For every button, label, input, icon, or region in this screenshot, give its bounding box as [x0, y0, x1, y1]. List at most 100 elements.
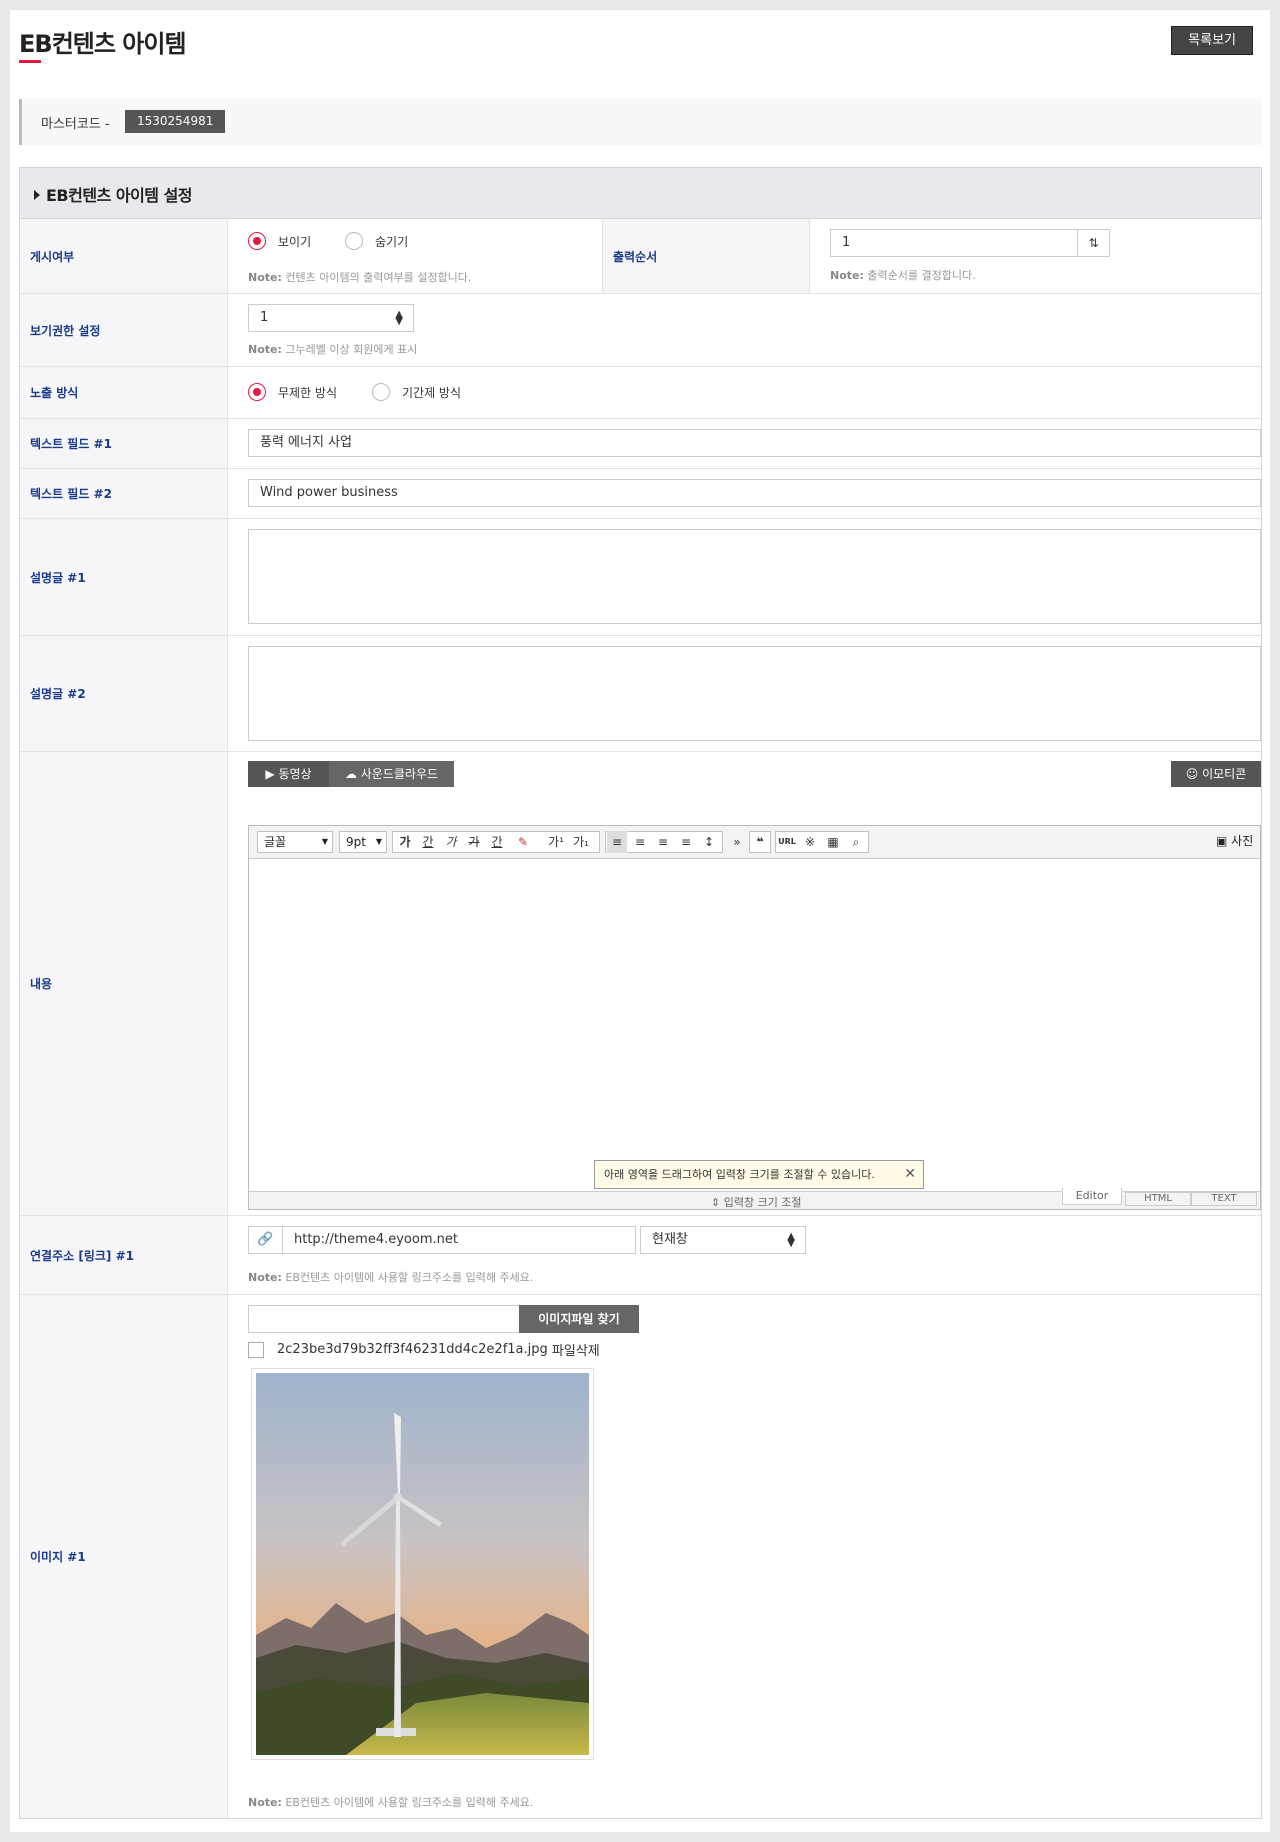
master-code-bar: 마스터코드 - 1530254981	[19, 99, 1262, 145]
exposure-row: 노출 방식 무제한 방식 기간제 방식	[20, 367, 1261, 419]
resize-label[interactable]: ⇕ 입력창 크기 조절	[711, 1194, 802, 1210]
wind-turbine-photo	[256, 1373, 589, 1755]
updown-icon: ▲ ▼	[395, 309, 403, 327]
text-field-1-label: 텍스트 필드 #1	[20, 419, 228, 468]
mode-editor-tab[interactable]: Editor	[1062, 1188, 1122, 1205]
mode-html-tab[interactable]: HTML	[1125, 1192, 1191, 1206]
display-row: 게시여부 보이기 숨기기 Note: 컨텐츠 아이템의 출력여부를 설정합니다.…	[20, 219, 1261, 294]
quote-icon[interactable]: ❝	[750, 831, 770, 853]
image-note: Note: EB컨텐츠 아이템에 사용할 링크주소를 입력해 주세요.	[248, 1796, 534, 1809]
chevron-down-icon: ▼	[375, 837, 382, 846]
table-icon[interactable]: ▦	[823, 831, 843, 853]
permission-label: 보기권한 설정	[20, 294, 228, 366]
align-right-icon[interactable]: ≡	[653, 831, 673, 853]
permission-row: 보기권한 설정 1 ▲ ▼ Note: 그누레벨 이상 회원에게 표시	[20, 294, 1261, 367]
link-target-select[interactable]: 현재창 ▲ ▼	[640, 1226, 806, 1254]
link-row: 연결주소 [링크] #1 🔗 http://theme4.eyoom.net 현…	[20, 1216, 1261, 1295]
list-button[interactable]: 목록보기	[1171, 26, 1253, 55]
image-label: 이미지 #1	[20, 1295, 228, 1818]
strike-icon[interactable]: 가	[464, 831, 484, 853]
radio-icon	[372, 383, 390, 401]
exposure-label: 노출 방식	[20, 367, 228, 418]
sort-order-icon[interactable]: ⇅	[1077, 229, 1110, 257]
align-justify-icon[interactable]: ≡	[676, 831, 696, 853]
permission-note: Note: 그누레벨 이상 회원에게 표시	[248, 343, 418, 356]
page-title: EB컨텐츠 아이템	[19, 30, 187, 58]
desc-2-row: 설명글 #2	[20, 636, 1261, 752]
find-image-button[interactable]: 이미지파일 찾기	[519, 1305, 639, 1333]
order-input[interactable]: 1	[830, 229, 1078, 257]
align-left-icon[interactable]: ≡	[607, 831, 627, 853]
align-center-icon[interactable]: ≡	[630, 831, 650, 853]
soundcloud-tab[interactable]: ☁ 사운드클라우드	[329, 761, 454, 787]
mode-text-tab[interactable]: TEXT	[1191, 1192, 1257, 1206]
desc-1-textarea[interactable]	[248, 529, 1261, 624]
resize-bar[interactable]: ⇕ 입력창 크기 조절 Editor HTML TEXT	[249, 1188, 1260, 1210]
display-label: 게시여부	[20, 219, 228, 293]
text-field-2-row: 텍스트 필드 #2 Wind power business	[20, 469, 1261, 519]
image-file-input[interactable]	[248, 1305, 520, 1333]
page: EB컨텐츠 아이템 목록보기 마스터코드 - 1530254981 EB컨텐츠 …	[10, 10, 1270, 1832]
chevron-down-icon: ▼	[321, 837, 328, 846]
bold-icon[interactable]: 가	[395, 831, 415, 853]
font-color-icon[interactable]: 간	[487, 831, 507, 853]
link-icon: 🔗	[248, 1226, 283, 1254]
font-select[interactable]: 글꼴 ▼	[257, 831, 333, 853]
delete-file-checkbox[interactable]: 2c23be3d79b32ff3f46231dd4c2e2f1a.jpg 파일삭…	[248, 1340, 600, 1359]
display-note: Note: 컨텐츠 아이템의 출력여부를 설정합니다.	[248, 271, 472, 284]
search-icon[interactable]: ⌕	[846, 831, 866, 853]
radio-hide[interactable]: 숨기기	[345, 232, 408, 250]
updown-icon: ▲ ▼	[787, 1231, 795, 1249]
cloud-icon: ☁	[344, 767, 357, 781]
resize-tooltip: 아래 영역을 드래그하여 입력창 크기를 조절할 수 있습니다. ✕	[594, 1160, 924, 1189]
smile-icon: ☺	[1185, 767, 1199, 781]
more-icon[interactable]: »	[727, 831, 747, 853]
link-url-input[interactable]: http://theme4.eyoom.net	[282, 1226, 636, 1254]
desc-2-label: 설명글 #2	[20, 636, 228, 751]
caret-right-icon	[34, 190, 40, 200]
font-size-select[interactable]: 9pt ▼	[339, 831, 387, 853]
special-char-icon[interactable]: ※	[800, 831, 820, 853]
desc-1-label: 설명글 #1	[20, 519, 228, 635]
italic-icon[interactable]: 가	[441, 831, 461, 853]
photo-button[interactable]: ▣ 사진	[1210, 831, 1256, 853]
radio-period[interactable]: 기간제 방식	[372, 383, 461, 401]
image-preview	[251, 1368, 594, 1760]
emoticon-button[interactable]: ☺ 이모티콘	[1171, 761, 1261, 787]
line-height-icon[interactable]: ↕	[699, 831, 719, 853]
text-field-2-label: 텍스트 필드 #2	[20, 469, 228, 518]
url-icon[interactable]: URL	[777, 831, 797, 853]
rich-text-editor: 글꼴 ▼ 9pt ▼ 가 간 가 가 간 ✎ 가¹ 가₁ ≡ ≡ ≡ ≡ ↕ »…	[248, 825, 1261, 1210]
subscript-icon[interactable]: 가₁	[571, 831, 591, 853]
highlight-icon[interactable]: ✎	[513, 831, 533, 853]
play-icon: ▶	[265, 767, 275, 781]
image-row: 이미지 #1 이미지파일 찾기 2c23be3d79b32ff3f46231dd…	[20, 1295, 1261, 1818]
master-code-badge: 1530254981	[125, 110, 226, 133]
text-field-1-input[interactable]: 풍력 에너지 사업	[248, 429, 1261, 457]
checkbox-icon	[248, 1341, 264, 1358]
desc-2-textarea[interactable]	[248, 646, 1261, 741]
superscript-icon[interactable]: 가¹	[546, 831, 566, 853]
section-header: EB컨텐츠 아이템 설정	[20, 168, 1261, 219]
settings-section: EB컨텐츠 아이템 설정 게시여부 보이기 숨기기 Note: 컨텐츠 아이템의…	[19, 167, 1262, 1819]
permission-select[interactable]: 1 ▲ ▼	[248, 304, 414, 332]
text-field-1-row: 텍스트 필드 #1 풍력 에너지 사업	[20, 419, 1261, 469]
link-note: Note: EB컨텐츠 아이템에 사용할 링크주소를 입력해 주세요.	[248, 1271, 534, 1284]
video-tab[interactable]: ▶ 동영상	[248, 761, 329, 787]
radio-show[interactable]: 보이기	[248, 232, 311, 250]
close-icon[interactable]: ✕	[904, 1161, 916, 1188]
editor-toolbar: 글꼴 ▼ 9pt ▼ 가 간 가 가 간 ✎ 가¹ 가₁ ≡ ≡ ≡ ≡ ↕ »…	[249, 826, 1260, 859]
master-code-label: 마스터코드 -	[41, 117, 110, 132]
camera-icon: ▣	[1216, 834, 1228, 848]
desc-1-row: 설명글 #1	[20, 519, 1261, 636]
radio-unlimited[interactable]: 무제한 방식	[248, 383, 337, 401]
section-title: EB컨텐츠 아이템 설정	[46, 186, 193, 205]
radio-icon	[248, 383, 266, 401]
order-note: Note: 출력순서를 결정합니다.	[830, 269, 976, 282]
updown-icon: ⇕	[711, 1196, 721, 1209]
content-row: 내용 ▶ 동영상 ☁ 사운드클라우드 ☺ 이모티콘 글꼴 ▼ 9pt ▼ 가 간 가…	[20, 752, 1261, 1216]
content-label: 내용	[20, 752, 228, 1215]
text-field-2-input[interactable]: Wind power business	[248, 479, 1261, 507]
underline-icon[interactable]: 간	[418, 831, 438, 853]
order-label: 출력순서	[602, 219, 810, 293]
